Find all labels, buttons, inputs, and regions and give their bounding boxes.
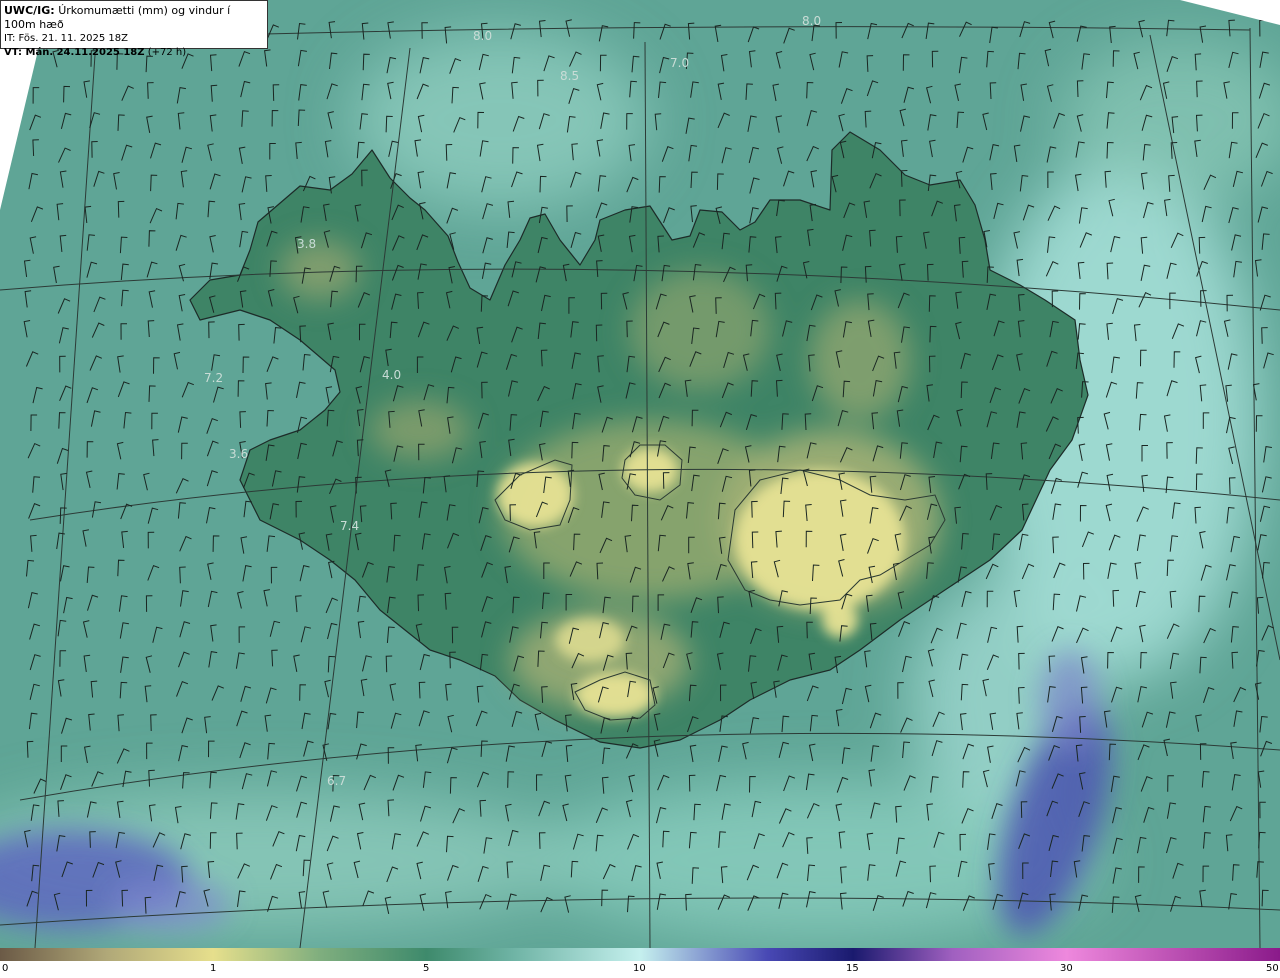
precipitation-wind-map: 8.0 8.0 7.0 8.5 3.8 7.2 4.0 3.6 7.4 6.7 [0,0,1280,948]
isovalue-label: 7.0 [670,56,689,70]
glacier-vatnajokull [735,470,905,610]
isovalue-label: 8.5 [560,69,579,83]
model-prefix: UWC/IG: [4,4,55,17]
init-time: IT: Fös. 21. 11. 2025 18Z [4,33,128,44]
valid-time: VT: Mán. 24.11.2025 18Z [4,47,145,58]
isovalue-label: 8.0 [802,14,821,28]
isovalue-label: 8.0 [473,29,492,43]
colorbar-tick: 1 [210,963,217,974]
isovalue-label: 4.0 [382,368,401,382]
colorbar-ticks: 0 1 5 10 15 30 50 [0,963,1280,978]
colorbar-tick: 5 [423,963,430,974]
colorbar-tick: 0 [2,963,9,974]
isovalue-label: 3.6 [229,447,248,461]
forecast-lead: (+72 h) [147,47,187,58]
isovalue-label: 3.8 [297,237,316,251]
isovalue-label: 6.7 [327,774,346,788]
colorbar-tick: 15 [846,963,859,974]
isovalue-label: 7.4 [340,519,359,533]
isovalue-label: 7.2 [204,371,223,385]
map-info-box: UWC/IG: Úrkomumætti (mm) og vindur í 100… [0,0,268,58]
colorbar-tick: 30 [1060,963,1073,974]
colorbar-tick: 50 [1266,963,1279,974]
colorbar-tick: 10 [633,963,646,974]
colorbar [0,948,1280,961]
